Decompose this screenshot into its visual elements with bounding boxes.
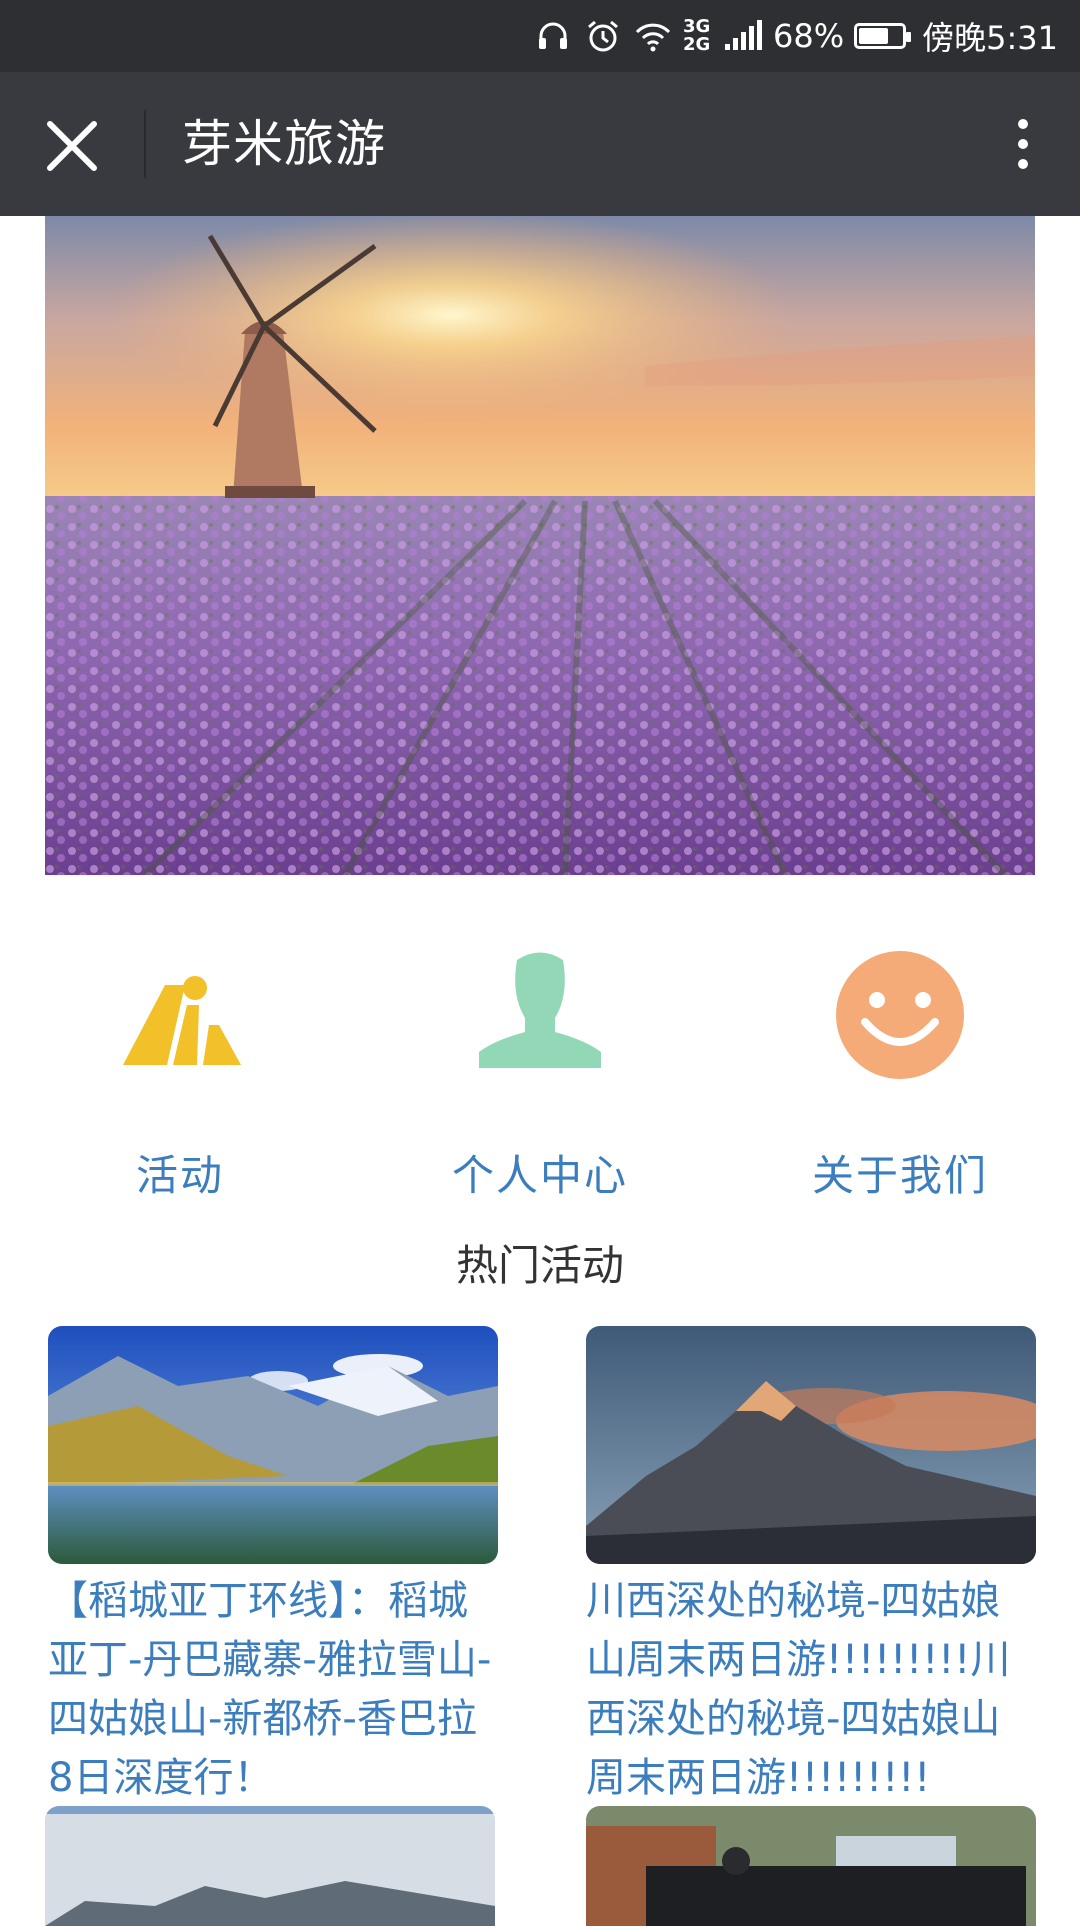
nav-label: 活动	[135, 1151, 224, 1200]
alarm-icon	[588, 20, 618, 52]
activity-image	[45, 1806, 495, 1926]
network-type: 3G 2G	[683, 16, 711, 55]
battery-level	[859, 28, 889, 44]
status-icons: 3G 2G 68% 傍晚5:31	[533, 0, 1058, 72]
close-button[interactable]	[40, 114, 104, 178]
title-divider	[144, 110, 146, 178]
activity-card-peek[interactable]	[45, 1806, 495, 1926]
activity-card[interactable]: 【稻城亚丁环线】：稻城亚丁-丹巴藏寨-雅拉雪山-四姑娘山-新都桥-香巴拉8日深度…	[48, 1326, 498, 1808]
smiley-icon	[836, 951, 964, 1079]
page-title: 芽米旅游	[182, 115, 386, 173]
windmill-lavender-image	[45, 216, 1035, 875]
signal-icon	[725, 20, 762, 50]
battery-icon	[854, 23, 912, 49]
headphones-icon	[539, 22, 567, 49]
nav-item-about[interactable]: 关于我们	[720, 920, 1080, 1220]
activity-card[interactable]: 川西深处的秘境-四姑娘山周末两日游!!!!!!!!!川西深处的秘境-四姑娘山周末…	[586, 1326, 1036, 1808]
more-options-button[interactable]	[998, 112, 1048, 176]
banner-image[interactable]	[45, 216, 1035, 875]
main-nav: 活动 个人中心 关于我们	[0, 920, 1080, 1220]
wifi-icon	[635, 23, 671, 52]
status-time: 傍晚5:31	[922, 19, 1058, 57]
section-title: 热门活动	[455, 1241, 624, 1290]
mountain-icon	[123, 976, 241, 1065]
activity-image	[48, 1326, 498, 1564]
battery-percent: 68%	[773, 17, 845, 55]
person-icon	[479, 952, 601, 1068]
activity-card-peek[interactable]	[586, 1806, 1036, 1926]
nav-item-profile[interactable]: 个人中心	[360, 920, 720, 1220]
activity-title: 【稻城亚丁环线】：稻城亚丁-丹巴藏寨-雅拉雪山-四姑娘山-新都桥-香巴拉8日深度…	[48, 1578, 492, 1801]
nav-label: 关于我们	[811, 1151, 988, 1200]
activity-image	[586, 1806, 1036, 1926]
activity-title: 川西深处的秘境-四姑娘山周末两日游!!!!!!!!!川西深处的秘境-四姑娘山周末…	[586, 1578, 1011, 1801]
title-bar: 芽米旅游	[0, 72, 1080, 216]
nav-item-activity[interactable]: 活动	[0, 920, 360, 1220]
activity-image	[586, 1326, 1036, 1564]
status-bar: 3G 2G 68% 傍晚5:31	[0, 0, 1080, 72]
nav-label: 个人中心	[451, 1151, 628, 1200]
